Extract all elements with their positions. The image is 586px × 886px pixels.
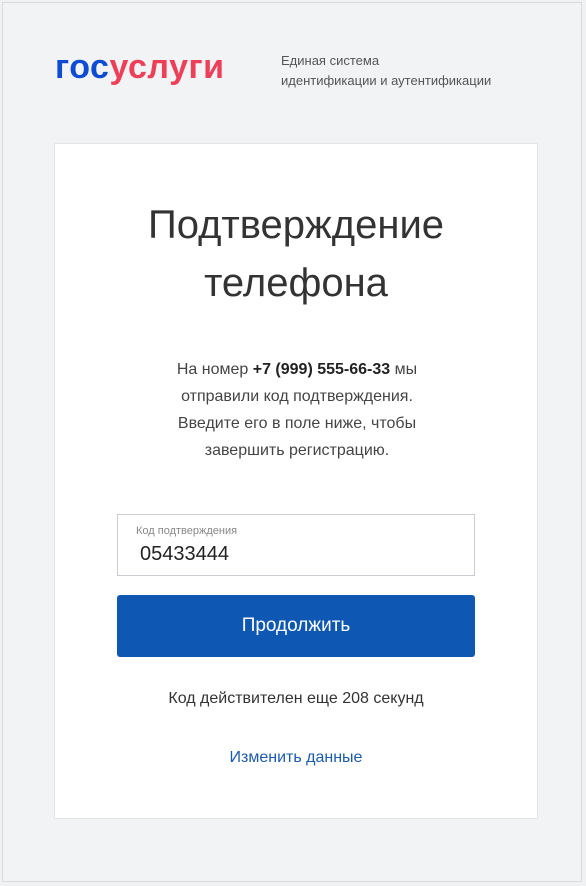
code-input[interactable] (140, 541, 460, 567)
header: госуслуги Единая система идентификации и… (55, 47, 555, 91)
gosuslugi-logo[interactable]: госуслуги (55, 47, 225, 87)
message-line-1: На номер +7 (999) 555-66-33 мы (95, 356, 499, 383)
title-line-2: телефона (204, 261, 388, 305)
message-line-3: Введите его в поле ниже, чтобы (177, 415, 417, 432)
logo-text-uslugi: услуги (109, 48, 225, 86)
phone-number: +7 (999) 555-66-33 (252, 361, 391, 378)
logo-text-gos: гос (55, 48, 110, 86)
system-subtitle: Единая система идентификации и аутентифи… (281, 51, 491, 91)
title-line-1: Подтверждение (147, 203, 445, 247)
code-field-label: Код подтверждения (136, 525, 238, 537)
subtitle-line-1: Единая система (281, 53, 380, 68)
continue-button[interactable]: Продолжить (117, 595, 475, 657)
message-line-2: отправили код подтверждения. (181, 388, 413, 405)
message-line-4: завершить регистрацию. (204, 442, 390, 459)
confirmation-card: Подтверждение телефона На номер +7 (999)… (54, 143, 538, 819)
change-data-link[interactable]: Изменить данные (55, 749, 537, 767)
page-frame: госуслуги Единая система идентификации и… (2, 2, 582, 882)
code-timer-text: Код действителен еще 208 секунд (168, 690, 424, 707)
page-title: Подтверждение телефона (55, 196, 537, 312)
message-prefix: На номер (176, 361, 253, 378)
message-suffix: мы (390, 361, 418, 378)
instruction-message: На номер +7 (999) 555-66-33 мы отправили… (95, 356, 499, 464)
subtitle-line-2: идентификации и аутентификации (281, 73, 492, 88)
code-field[interactable]: Код подтверждения (117, 514, 475, 576)
